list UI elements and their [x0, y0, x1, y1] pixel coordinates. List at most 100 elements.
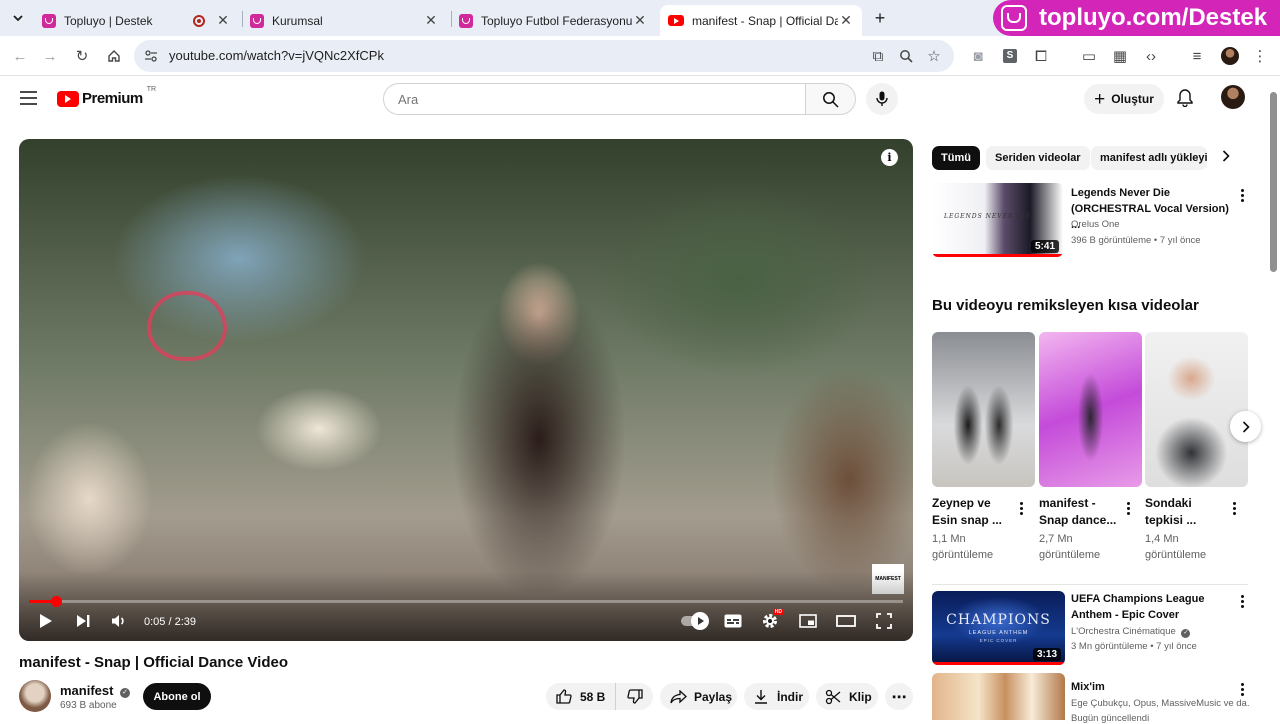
tab-title: manifest - Snap | Official Dance Video [692, 13, 838, 28]
chip-uploader[interactable]: manifest adlı yükleyici [1091, 146, 1207, 170]
video-thumbnail[interactable]: LEGENDS NEVER DIE 5:41 [932, 183, 1063, 257]
voice-search-button[interactable] [866, 83, 898, 115]
extensions-puzzle-icon[interactable]: ⧠ [1031, 46, 1051, 66]
mix-thumbnail[interactable] [932, 673, 1065, 720]
short-title[interactable]: Sondaki tepkisi ... [1145, 495, 1196, 529]
short-views-line: görüntüleme [1145, 549, 1207, 561]
info-icon[interactable]: i [881, 149, 898, 166]
channel-avatar[interactable] [19, 680, 51, 712]
channel-name[interactable]: manifest ✓ [60, 683, 131, 698]
short-views-line: 1,4 Mn [1145, 533, 1179, 545]
settings-button[interactable]: HD [759, 609, 783, 632]
theater-mode-button[interactable] [835, 610, 857, 632]
browser-menu-icon[interactable]: ⋮ [1250, 46, 1270, 66]
zoom-icon[interactable] [896, 46, 916, 66]
volume-button[interactable] [108, 610, 130, 632]
short-thumbnail[interactable] [932, 332, 1035, 487]
home-icon[interactable] [104, 46, 124, 66]
autoplay-toggle[interactable] [679, 610, 709, 632]
more-actions-button[interactable]: ⋯ [885, 683, 913, 710]
tab-close-icon[interactable]: ✕ [215, 12, 231, 29]
short-thumbnail[interactable] [1039, 332, 1142, 487]
forward-icon[interactable]: → [40, 46, 60, 66]
browser-tab[interactable]: Kurumsal ✕ [242, 5, 447, 36]
browser-tab-active[interactable]: manifest - Snap | Official Dance Video ✕ [660, 5, 862, 36]
account-avatar[interactable] [1221, 85, 1245, 109]
hamburger-menu-icon[interactable] [20, 91, 37, 105]
search-button[interactable] [805, 83, 856, 115]
page-scrollbar[interactable] [1270, 92, 1277, 272]
bookmark-star-icon[interactable]: ☆ [924, 46, 944, 66]
more-options-icon[interactable] [1228, 499, 1240, 517]
profile-avatar-icon[interactable] [1220, 46, 1240, 66]
short-thumbnail[interactable] [1145, 332, 1248, 487]
short-views: 2,7 Mn görüntüleme [1039, 531, 1100, 563]
next-button[interactable] [72, 610, 94, 632]
download-button[interactable]: İndir [744, 683, 809, 710]
chip-all[interactable]: Tümü [932, 146, 980, 170]
address-bar[interactable]: youtube.com/watch?v=jVQNc2XfCPk ⧉ ☆ [134, 40, 954, 72]
chevron-right-icon [1242, 420, 1250, 433]
progress-bar[interactable] [29, 596, 903, 607]
new-tab-button[interactable]: + [870, 8, 890, 28]
more-options-icon[interactable] [1236, 592, 1248, 610]
shorts-next-button[interactable] [1230, 411, 1261, 442]
chip-series[interactable]: Seriden videolar [986, 146, 1090, 170]
scissors-icon [825, 689, 841, 704]
browser-tab[interactable]: Topluyo Futbol Federasyonu ✕ [451, 5, 656, 36]
subtitles-button[interactable] [722, 610, 744, 632]
video-player[interactable]: i MANIFEST 0:05 / 2:39 HD [19, 139, 913, 641]
tab-close-icon[interactable]: ✕ [632, 12, 648, 29]
tab-close-icon[interactable]: ✕ [838, 12, 854, 29]
video-frame-heart-shape [147, 291, 227, 361]
more-options-icon[interactable] [1122, 499, 1134, 517]
clip-button[interactable]: Klip [816, 683, 878, 710]
thumbnail-subtext-2: EPIC COVER [979, 638, 1018, 643]
install-app-icon[interactable]: ⧉ [868, 46, 888, 66]
site-settings-icon[interactable] [144, 49, 158, 63]
mix-title[interactable]: Mix'im [1071, 679, 1105, 695]
subscribe-button[interactable]: Abone ol [143, 683, 211, 710]
plus-icon: + [1094, 88, 1106, 110]
short-title-line: manifest - [1039, 496, 1096, 510]
short-title[interactable]: manifest - Snap dance... [1039, 495, 1116, 529]
extension-s-icon[interactable]: S [1000, 46, 1020, 66]
mix-artists: Ege Çubukçu, Opus, MassiveMusic ve da... [1071, 698, 1249, 709]
more-options-icon[interactable] [1015, 499, 1027, 517]
play-button[interactable] [35, 610, 57, 632]
dislike-button[interactable] [616, 683, 653, 710]
tab-search-button[interactable] [8, 8, 28, 28]
more-options-icon[interactable] [1236, 186, 1248, 204]
rec-video-title[interactable]: UEFA Champions League Anthem - Epic Cove… [1071, 591, 1236, 623]
tab-grid-icon[interactable]: ▦ [1110, 46, 1130, 66]
reload-icon[interactable]: ↻ [72, 46, 92, 66]
fullscreen-button[interactable] [873, 610, 895, 632]
topluyo-favicon-icon [250, 13, 264, 28]
chips-scroll-right-icon[interactable] [1222, 150, 1236, 166]
rec-channel[interactable]: Orelus One [1071, 219, 1120, 230]
section-divider [932, 584, 1248, 585]
notifications-bell-icon[interactable] [1177, 89, 1195, 109]
back-icon[interactable]: ← [10, 46, 30, 66]
camera-icon[interactable]: ◙ [968, 46, 988, 66]
verified-badge-icon: ✓ [1181, 629, 1191, 638]
mix-meta: Bugün güncellendi [1071, 713, 1150, 724]
share-button[interactable]: Paylaş [660, 683, 737, 710]
video-thumbnail[interactable]: CHAMPIONS LEAGUE ANTHEM EPIC COVER 3:13 [932, 591, 1065, 665]
miniplayer-button[interactable] [797, 610, 819, 632]
more-options-icon[interactable] [1236, 680, 1248, 698]
browser-tab[interactable]: Topluyo | Destek ✕ [34, 5, 239, 36]
short-title[interactable]: Zeynep ve Esin snap ... [932, 495, 1002, 529]
search-input[interactable]: Ara [383, 83, 806, 115]
like-button[interactable]: 58 B [546, 683, 616, 710]
devtools-code-icon[interactable]: ‹› [1141, 46, 1161, 66]
youtube-logo[interactable]: Premium TR [57, 86, 156, 107]
rec-channel[interactable]: L'Orchestra Cinématique ✓ [1071, 626, 1191, 638]
channel-name-text: manifest [60, 683, 114, 698]
media-queue-icon[interactable]: ≡ [1187, 46, 1207, 66]
chevron-down-icon [13, 15, 23, 21]
rec-meta: 396 B görüntüleme • 7 yıl önce [1071, 235, 1201, 246]
tab-close-icon[interactable]: ✕ [423, 12, 439, 29]
create-button[interactable]: + Oluştur [1084, 84, 1164, 114]
cast-icon[interactable]: ▭ [1079, 46, 1099, 66]
